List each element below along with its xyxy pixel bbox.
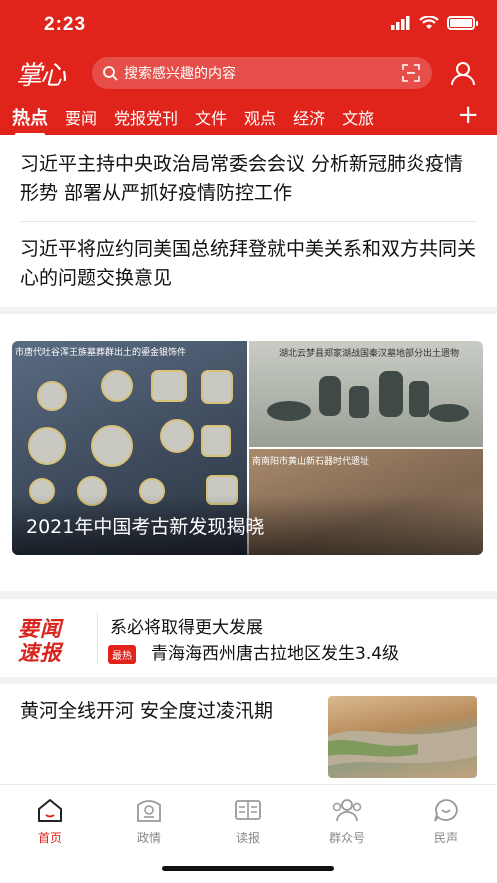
quick-news-logo-line1: 要闻 [18, 617, 62, 641]
scan-icon[interactable] [402, 64, 420, 82]
ticker-item[interactable]: 系必将取得更大发展 [110, 613, 263, 638]
battery-icon [447, 16, 478, 30]
tab-news[interactable]: 要闻 [65, 105, 97, 129]
photo-caption-right-top: 湖北云梦县郑家湖战国秦汉墓地部分出土遗物 [279, 349, 460, 359]
tab-newspaper-label: 读报 [235, 831, 260, 845]
divider [20, 221, 477, 222]
tab-party-press[interactable]: 党报党刊 [114, 105, 178, 129]
article-title: 黄河全线开河 安全度过凌汛期 [20, 700, 274, 722]
tab-group[interactable]: 群众号 [317, 797, 377, 846]
tab-home-label: 首页 [37, 831, 62, 845]
search-placeholder: 搜索感兴趣的内容 [124, 66, 236, 82]
newspaper-icon [235, 800, 261, 820]
tab-opinion[interactable]: 观点 [244, 105, 276, 129]
article-thumbnail [328, 696, 477, 778]
article-card[interactable]: 黄河全线开河 安全度过凌汛期 [0, 684, 497, 784]
add-tab-button[interactable]: + [457, 100, 479, 130]
tab-voice-label: 民声 [433, 831, 458, 845]
app-header: 2:23 掌心 搜索感兴趣的内容 热点 要闻 党报党刊 文件 观点 经济 文旅 … [0, 0, 497, 136]
home-indicator[interactable] [162, 866, 334, 871]
tab-government[interactable]: 政情 [119, 797, 179, 846]
feature-card[interactable]: 市唐代吐谷浑王族墓葬群出土的鎏金银饰件 湖北云梦县郑家湖战国秦汉墓地部分出土遗物… [0, 314, 497, 591]
status-bar: 2:23 [0, 0, 497, 48]
tab-newspaper[interactable]: 读报 [218, 797, 278, 846]
ticker-item[interactable]: 青海海西州唐古拉地区发生3.4级 [151, 639, 399, 664]
wifi-icon [419, 16, 439, 29]
tab-government-label: 政情 [136, 831, 161, 845]
quick-news-ticker[interactable]: 要闻 速报 系必将取得更大发展 最热 青海海西州唐古拉地区发生3.4级 [0, 599, 497, 677]
hot-badge: 最热 [108, 645, 136, 664]
tab-culture-tourism[interactable]: 文旅 [342, 105, 374, 129]
signal-icon [391, 16, 410, 30]
tab-voice[interactable]: 民声 [416, 797, 476, 846]
tab-documents[interactable]: 文件 [195, 105, 227, 129]
search-bar[interactable]: 搜索感兴趣的内容 [92, 57, 432, 89]
feature-banner-image[interactable]: 市唐代吐谷浑王族墓葬群出土的鎏金银饰件 湖北云梦县郑家湖战国秦汉墓地部分出土遗物… [12, 341, 483, 555]
app-logo: 掌心 [16, 61, 66, 91]
divider [97, 613, 98, 665]
home-icon [38, 799, 62, 822]
quick-news-logo: 要闻 速报 [18, 617, 62, 665]
quick-news-logo-line2: 速报 [18, 641, 62, 665]
headline-item[interactable]: 习近平将应约同美国总统拜登就中美关系和双方共同关心的问题交换意见 [20, 235, 482, 293]
user-profile-icon[interactable] [450, 60, 476, 86]
voice-icon [434, 799, 458, 822]
photo-caption-left: 市唐代吐谷浑王族墓葬群出土的鎏金银饰件 [15, 348, 187, 358]
headline-item[interactable]: 习近平主持中央政治局常委会会议 分析新冠肺炎疫情形势 部署从严抓好疫情防控工作 [20, 150, 482, 208]
river-illustration [328, 726, 477, 766]
status-icons [391, 16, 478, 30]
tab-home[interactable]: 首页 [20, 797, 80, 846]
feature-title: 2021年中国考古新发现揭晓 [26, 516, 265, 538]
category-tabs: 热点 要闻 党报党刊 文件 观点 经济 文旅 [0, 100, 497, 136]
headline-list: 习近平主持中央政治局常委会会议 分析新冠肺炎疫情形势 部署从严抓好疫情防控工作 … [0, 135, 497, 307]
tab-economy[interactable]: 经济 [293, 105, 325, 129]
government-icon [137, 800, 161, 822]
search-icon [103, 66, 118, 81]
group-icon [332, 799, 362, 822]
status-time: 2:23 [44, 14, 87, 35]
tab-hot[interactable]: 热点 [12, 104, 48, 136]
artifact-photo-right-top: 湖北云梦县郑家湖战国秦汉墓地部分出土遗物 [249, 341, 483, 447]
photo-caption-right-bottom: 南南阳市黄山新石器时代遗址 [252, 457, 370, 467]
tab-group-label: 群众号 [328, 831, 365, 845]
